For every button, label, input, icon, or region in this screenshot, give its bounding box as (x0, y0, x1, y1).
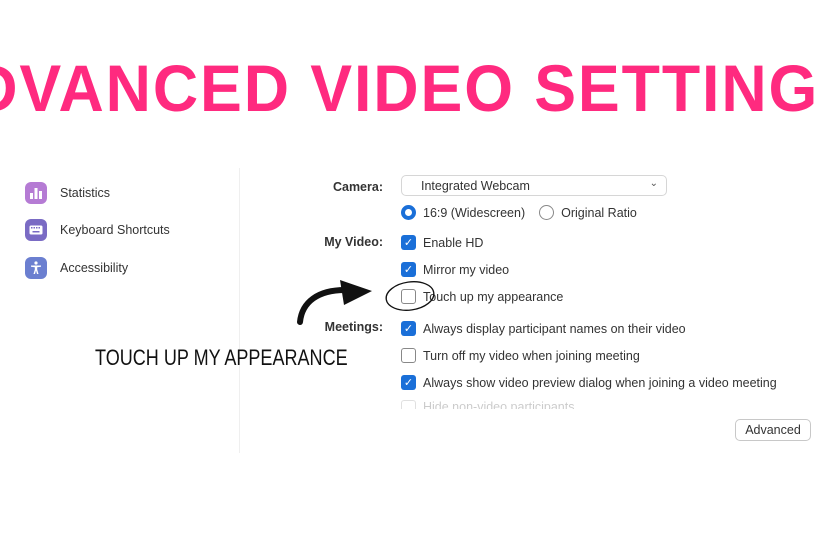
option-turn-off-video: Turn off my video when joining meeting (401, 348, 640, 363)
radio-widescreen[interactable] (401, 205, 416, 220)
option-mirror-video: ✓ Mirror my video (401, 262, 509, 277)
turn-off-video-checkbox[interactable] (401, 348, 416, 363)
meetings-label: Meetings: (324, 320, 383, 334)
option-label: Always show video preview dialog when jo… (423, 375, 777, 390)
option-enable-hd: ✓ Enable HD (401, 235, 483, 250)
sidebar-divider (239, 168, 240, 453)
headline-title: ADVANCED VIDEO SETTINGS (0, 51, 820, 125)
sidebar-item-accessibility[interactable]: Accessibility (25, 249, 235, 287)
sidebar-item-label: Keyboard Shortcuts (60, 223, 170, 238)
video-preview-checkbox[interactable]: ✓ (401, 375, 416, 390)
camera-label: Camera: (332, 180, 383, 194)
bar-chart-icon (25, 181, 47, 204)
option-label: Mirror my video (423, 262, 510, 277)
sidebar-item-label: Accessibility (60, 260, 129, 275)
option-label: Hide non-video participants (423, 400, 575, 409)
my-video-label: My Video: (324, 235, 383, 249)
accessibility-icon (25, 256, 47, 279)
option-label: Always display participant names on thei… (423, 321, 686, 336)
annotation-caption: TOUCH UP MY APPEARANCE (95, 345, 348, 370)
mirror-video-checkbox[interactable]: ✓ (401, 262, 416, 277)
radio-original-ratio[interactable] (539, 205, 555, 220)
annotation-arrowhead-icon (340, 280, 372, 305)
settings-sidebar: Statistics Keyboard Shortcuts Accessibil… (25, 174, 235, 287)
option-hide-non-video: Hide non-video participants (401, 400, 574, 409)
camera-select-value: Integrated Webcam (421, 178, 530, 193)
camera-select[interactable]: Integrated Webcam ⌄ (401, 175, 667, 196)
option-touch-up-appearance: Touch up my appearance (401, 289, 563, 304)
radio-widescreen-label: 16:9 (Widescreen) (423, 205, 526, 220)
option-display-names: ✓ Always display participant names on th… (401, 321, 686, 336)
option-video-preview: ✓ Always show video preview dialog when … (401, 375, 777, 390)
display-names-checkbox[interactable]: ✓ (401, 321, 416, 336)
enable-hd-checkbox[interactable]: ✓ (401, 235, 416, 250)
option-label: Touch up my appearance (423, 289, 564, 304)
option-label: Turn off my video when joining meeting (423, 348, 640, 363)
advanced-button[interactable]: Advanced (735, 419, 811, 441)
sidebar-item-statistics[interactable]: Statistics (25, 174, 235, 212)
sidebar-item-label: Statistics (60, 185, 111, 200)
annotation-arrow-icon (297, 287, 348, 325)
chevron-down-icon: ⌄ (649, 178, 658, 189)
aspect-ratio-group: 16:9 (Widescreen) Original Ratio (401, 205, 637, 220)
touch-up-appearance-checkbox[interactable] (401, 289, 416, 304)
hide-non-video-checkbox[interactable] (401, 400, 416, 409)
keyboard-icon (25, 219, 47, 242)
radio-original-ratio-label: Original Ratio (561, 205, 637, 220)
option-label: Enable HD (423, 235, 484, 250)
sidebar-item-keyboard-shortcuts[interactable]: Keyboard Shortcuts (25, 212, 235, 250)
